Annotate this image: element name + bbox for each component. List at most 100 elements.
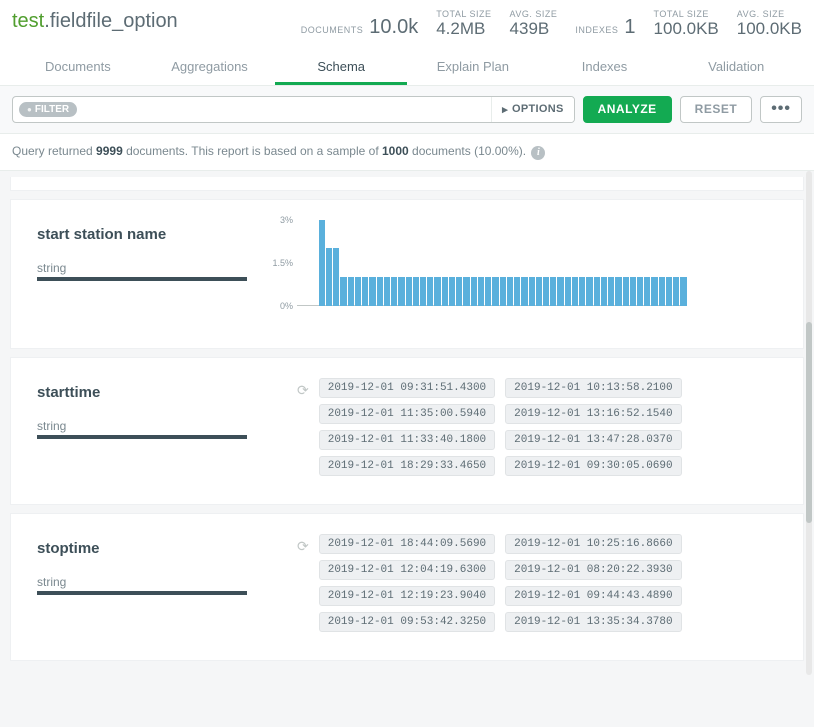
value-chip[interactable]: 2019-12-01 09:44:43.4890	[505, 586, 681, 606]
chart-bar[interactable]	[521, 277, 527, 306]
chart-bar[interactable]	[406, 277, 412, 306]
scrollbar[interactable]	[806, 171, 812, 675]
chart-bar[interactable]	[565, 277, 571, 306]
filter-input[interactable]	[77, 97, 491, 122]
chart-bar[interactable]	[500, 277, 506, 306]
chart-bar[interactable]	[377, 277, 383, 306]
value-chip[interactable]: 2019-12-01 09:30:05.0690	[505, 456, 681, 476]
options-button[interactable]: ▸ OPTIONS	[491, 97, 573, 122]
value-chip[interactable]: 2019-12-01 08:20:22.3930	[505, 560, 681, 580]
chart-bar[interactable]	[413, 277, 419, 306]
chart-bar[interactable]	[579, 277, 585, 306]
value-chip[interactable]: 2019-12-01 13:35:34.3780	[505, 612, 681, 632]
chart-bar[interactable]	[492, 277, 498, 306]
refresh-icon[interactable]: ⟳	[297, 382, 309, 399]
play-icon: ▸	[502, 103, 508, 116]
value-chip[interactable]: 2019-12-01 12:04:19.6300	[319, 560, 495, 580]
chart-bar[interactable]	[369, 277, 375, 306]
chart-bar[interactable]	[471, 277, 477, 306]
field-type: string	[37, 419, 267, 433]
chart-bar[interactable]	[615, 277, 621, 306]
chart-bar[interactable]	[507, 277, 513, 306]
chart-bar[interactable]	[456, 277, 462, 306]
chart-bar[interactable]	[362, 277, 368, 306]
chart-bar[interactable]	[644, 277, 650, 306]
value-chip[interactable]: 2019-12-01 09:31:51.4300	[319, 378, 495, 398]
chart-bar[interactable]	[420, 277, 426, 306]
value-chip[interactable]: 2019-12-01 12:19:23.9040	[319, 586, 495, 606]
tab-indexes[interactable]: Indexes	[539, 51, 671, 85]
chart-bar[interactable]	[630, 277, 636, 306]
value-chip[interactable]: 2019-12-01 13:47:28.0370	[505, 430, 681, 450]
chart-bar[interactable]	[623, 277, 629, 306]
db-name: test	[12, 10, 44, 32]
field-card: start station namestring3%1.5%0%	[10, 199, 804, 349]
tab-schema[interactable]: Schema	[275, 51, 407, 85]
chart-bar[interactable]	[485, 277, 491, 306]
value-chip[interactable]: 2019-12-01 13:16:52.1540	[505, 404, 681, 424]
tab-bar: DocumentsAggregationsSchemaExplain PlanI…	[12, 51, 802, 85]
chart-bar[interactable]	[384, 277, 390, 306]
tab-validation[interactable]: Validation	[670, 51, 802, 85]
chart-bar[interactable]	[463, 277, 469, 306]
chart-bar[interactable]	[348, 277, 354, 306]
namespace-title: test.fieldfile_option	[12, 10, 178, 33]
more-button[interactable]: •••	[760, 96, 802, 123]
field-name: starttime	[37, 384, 267, 401]
value-chip[interactable]: 2019-12-01 11:35:00.5940	[319, 404, 495, 424]
chart-bar[interactable]	[608, 277, 614, 306]
chart-bar[interactable]	[355, 277, 361, 306]
chart-bar[interactable]	[478, 277, 484, 306]
chart-bar[interactable]	[391, 277, 397, 306]
value-chip[interactable]: 2019-12-01 10:13:58.2100	[505, 378, 681, 398]
tab-documents[interactable]: Documents	[12, 51, 144, 85]
card-edge	[10, 177, 804, 191]
field-card: stoptimestring⟳2019-12-01 18:44:09.56902…	[10, 513, 804, 661]
chart-bar[interactable]	[529, 277, 535, 306]
chart-bar[interactable]	[326, 248, 332, 305]
chart-bar[interactable]	[550, 277, 556, 306]
chart-bar[interactable]	[557, 277, 563, 306]
analyze-button[interactable]: ANALYZE	[583, 96, 672, 123]
chart-bar[interactable]	[601, 277, 607, 306]
info-icon[interactable]: i	[531, 146, 545, 160]
field-name: stoptime	[37, 540, 267, 557]
chart-bar[interactable]	[594, 277, 600, 306]
query-summary: Query returned 9999 documents. This repo…	[0, 134, 814, 171]
chart-bar[interactable]	[340, 277, 346, 306]
value-chip[interactable]: 2019-12-01 09:53:42.3250	[319, 612, 495, 632]
chart-bar[interactable]	[680, 277, 686, 306]
type-bar	[37, 435, 247, 439]
chart-bar[interactable]	[434, 277, 440, 306]
value-chip[interactable]: 2019-12-01 18:29:33.4650	[319, 456, 495, 476]
chart-bar[interactable]	[398, 277, 404, 306]
refresh-icon[interactable]: ⟳	[297, 538, 309, 555]
chart-bar[interactable]	[319, 220, 325, 306]
value-chip[interactable]: 2019-12-01 11:33:40.1800	[319, 430, 495, 450]
filter-bar: FILTER ▸ OPTIONS	[12, 96, 575, 123]
chart-bar[interactable]	[572, 277, 578, 306]
value-chip[interactable]: 2019-12-01 10:25:16.8660	[505, 534, 681, 554]
chart-bar[interactable]	[536, 277, 542, 306]
chart-bar[interactable]	[543, 277, 549, 306]
chart-bar[interactable]	[333, 248, 339, 305]
tab-explain-plan[interactable]: Explain Plan	[407, 51, 539, 85]
chart-bar[interactable]	[586, 277, 592, 306]
type-bar	[37, 591, 247, 595]
chart-bar[interactable]	[427, 277, 433, 306]
type-bar	[37, 277, 247, 281]
chart-bar[interactable]	[514, 277, 520, 306]
chart-bar[interactable]	[651, 277, 657, 306]
field-name: start station name	[37, 226, 267, 243]
chart-bar[interactable]	[673, 277, 679, 306]
chart-bar[interactable]	[449, 277, 455, 306]
chart-bar[interactable]	[442, 277, 448, 306]
value-chip[interactable]: 2019-12-01 18:44:09.5690	[319, 534, 495, 554]
distribution-chart[interactable]: 3%1.5%0%	[297, 220, 687, 320]
chart-bar[interactable]	[666, 277, 672, 306]
chart-bar[interactable]	[637, 277, 643, 306]
chart-bar[interactable]	[659, 277, 665, 306]
reset-button[interactable]: RESET	[680, 96, 753, 123]
tab-aggregations[interactable]: Aggregations	[144, 51, 276, 85]
field-card: starttime string ⟳ 2019-12-01 09:31:51.4300…	[10, 357, 804, 505]
